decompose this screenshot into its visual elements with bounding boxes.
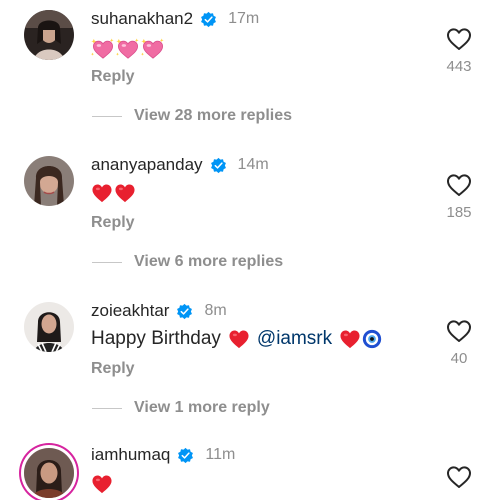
avatar-photo bbox=[24, 10, 74, 60]
avatar-photo bbox=[24, 156, 74, 206]
avatar-with-story-ring[interactable] bbox=[24, 448, 74, 498]
view-more-replies[interactable]: View 28 more replies bbox=[92, 107, 292, 125]
comment-text bbox=[91, 470, 113, 498]
reply-button[interactable]: Reply bbox=[91, 214, 135, 232]
comment-text bbox=[91, 179, 136, 207]
comment-header: iamhumaq 11m bbox=[91, 442, 235, 468]
view-more-label: View 1 more reply bbox=[134, 399, 270, 416]
comment-text: Happy Birthday @iamsrk bbox=[91, 325, 382, 353]
sparkling-heart-icon bbox=[116, 38, 140, 60]
timestamp: 8m bbox=[204, 302, 227, 319]
view-more-label: View 6 more replies bbox=[134, 253, 284, 270]
comment-header: suhanakhan2 17m bbox=[91, 6, 259, 32]
comment-text-start: Happy Birthday bbox=[91, 328, 221, 349]
comment-ananyapanday: ananyapanday 14m Reply 185 View 6 more r… bbox=[0, 146, 500, 281]
timestamp: 17m bbox=[228, 10, 260, 27]
sparkling-heart-icon bbox=[91, 38, 115, 60]
avatar-photo bbox=[24, 302, 74, 352]
like-count: 40 bbox=[450, 350, 468, 367]
comment-header: zoieakhtar 8m bbox=[91, 298, 227, 324]
heart-icon[interactable] bbox=[446, 465, 472, 489]
username[interactable]: suhanakhan2 bbox=[91, 9, 193, 29]
avatar-photo bbox=[24, 448, 74, 498]
verified-badge-icon bbox=[200, 11, 217, 28]
comment-suhanakhan2: suhanakhan2 17m Reply 443 View 28 more r… bbox=[0, 0, 500, 135]
verified-badge-icon bbox=[210, 157, 227, 174]
comment-text bbox=[91, 35, 165, 63]
timestamp: 14m bbox=[237, 156, 269, 173]
red-heart-icon bbox=[91, 474, 113, 494]
red-heart-icon bbox=[91, 183, 113, 203]
heart-icon[interactable] bbox=[446, 173, 472, 197]
timestamp: 11m bbox=[205, 446, 236, 463]
reply-button[interactable]: Reply bbox=[91, 360, 135, 378]
like-count: 185 bbox=[446, 204, 472, 221]
comment-iamhumaq: iamhumaq 11m bbox=[0, 438, 500, 500]
divider bbox=[92, 115, 122, 117]
view-more-replies[interactable]: View 1 more reply bbox=[92, 399, 270, 417]
verified-badge-icon bbox=[176, 303, 193, 320]
avatar[interactable] bbox=[24, 156, 74, 206]
divider bbox=[92, 261, 122, 263]
username[interactable]: zoieakhtar bbox=[91, 301, 169, 321]
nazar-amulet-icon bbox=[362, 329, 382, 349]
sparkling-heart-icon bbox=[141, 38, 165, 60]
red-heart-icon bbox=[228, 329, 250, 349]
avatar[interactable] bbox=[24, 302, 74, 352]
comment-zoieakhtar: zoieakhtar 8m Happy Birthday @iamsrk Rep… bbox=[0, 292, 500, 427]
heart-icon[interactable] bbox=[446, 27, 472, 51]
mention-link[interactable]: @iamsrk bbox=[257, 328, 332, 350]
comment-header: ananyapanday 14m bbox=[91, 152, 269, 178]
username[interactable]: iamhumaq bbox=[91, 445, 170, 465]
view-more-replies[interactable]: View 6 more replies bbox=[92, 253, 283, 271]
verified-badge-icon bbox=[177, 447, 194, 464]
like-count: 443 bbox=[446, 58, 472, 75]
red-heart-icon bbox=[114, 183, 136, 203]
divider bbox=[92, 407, 122, 409]
view-more-label: View 28 more replies bbox=[134, 107, 293, 124]
username[interactable]: ananyapanday bbox=[91, 155, 203, 175]
red-heart-icon bbox=[339, 329, 361, 349]
reply-button[interactable]: Reply bbox=[91, 68, 135, 86]
avatar[interactable] bbox=[24, 10, 74, 60]
heart-icon[interactable] bbox=[446, 319, 472, 343]
